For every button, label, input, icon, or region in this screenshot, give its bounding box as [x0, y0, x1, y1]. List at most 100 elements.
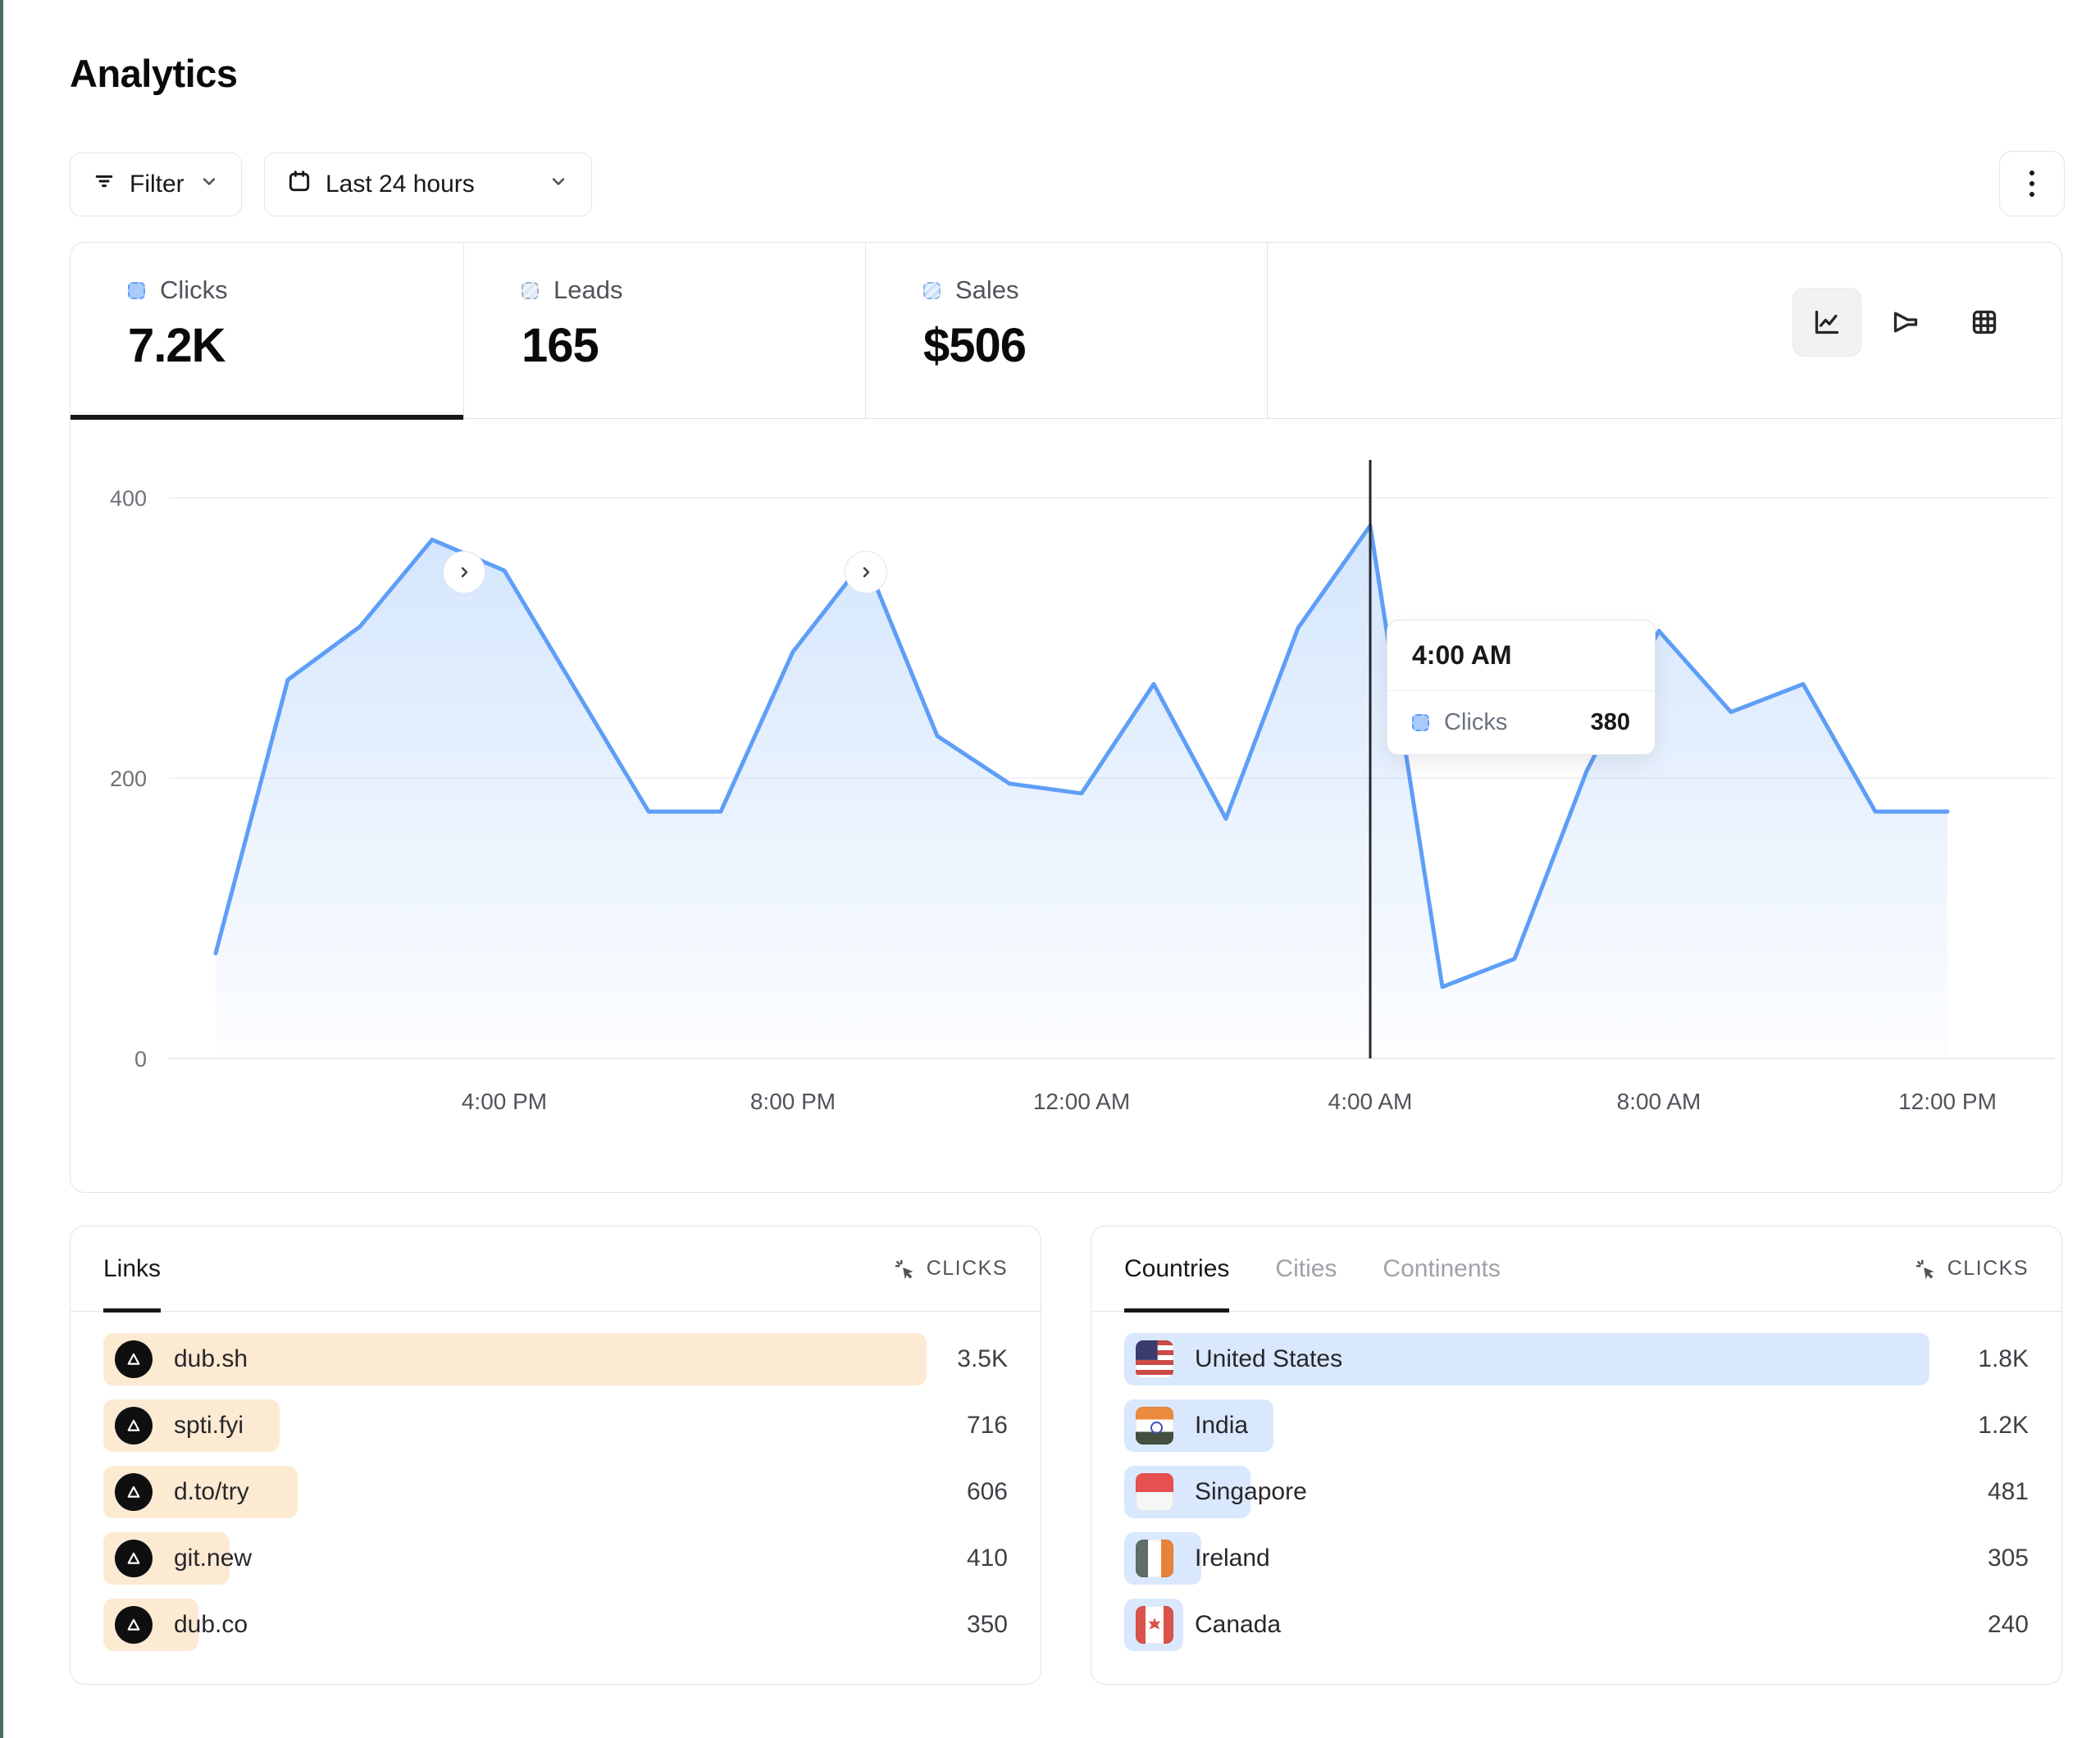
row-clicks-value: 350 [967, 1611, 1008, 1639]
left-accent-strip [0, 0, 3, 1738]
clicks-value: 7.2K [128, 318, 463, 373]
page-title: Analytics [70, 51, 237, 96]
tab-clicks[interactable]: Clicks 7.2K [71, 243, 464, 418]
dub-logo-icon [115, 1473, 153, 1511]
chevron-right-icon [856, 562, 876, 582]
tab-continents[interactable]: Continents [1383, 1226, 1500, 1311]
expand-clicks-chevron-button[interactable] [443, 551, 485, 594]
ca-flag-icon [1136, 1606, 1173, 1644]
row-clicks-value: 410 [967, 1545, 1008, 1572]
filter-icon [92, 169, 116, 200]
x-axis-tick: 4:00 PM [462, 1089, 547, 1114]
row-clicks-value: 1.2K [1978, 1412, 2029, 1440]
links-panel-header: Links CLICKS [71, 1226, 1041, 1312]
list-item[interactable]: Ireland 305 [1124, 1532, 2029, 1585]
sg-flag-icon [1136, 1473, 1173, 1511]
more-options-button[interactable] [1999, 151, 2065, 216]
row-content: spti.fyi [103, 1407, 244, 1445]
dub-logo-icon [115, 1606, 153, 1644]
list-item[interactable]: United States 1.8K [1124, 1333, 2029, 1385]
row-clicks-value: 606 [967, 1478, 1008, 1506]
list-item[interactable]: dub.co 350 [103, 1599, 1008, 1651]
row-clicks-value: 240 [1988, 1611, 2029, 1639]
row-label: Canada [1195, 1611, 1281, 1639]
sales-value: $506 [923, 318, 1267, 373]
row-clicks-value: 305 [1988, 1545, 2029, 1572]
table-view-button[interactable] [1950, 288, 2019, 357]
row-content: United States [1124, 1340, 1342, 1378]
y-axis-tick: 400 [110, 486, 147, 511]
row-label: dub.co [174, 1611, 248, 1639]
row-content: Ireland [1124, 1540, 1270, 1577]
countries-metric-header[interactable]: CLICKS [1913, 1257, 2029, 1281]
date-range-button[interactable]: Last 24 hours [264, 152, 592, 216]
line-chart-view-button[interactable] [1793, 288, 1861, 357]
tab-cities[interactable]: Cities [1275, 1226, 1337, 1311]
filter-button-label: Filter [130, 171, 184, 198]
row-content: git.new [103, 1540, 252, 1577]
chevron-down-icon [198, 170, 221, 199]
countries-list: United States 1.8K India 1.2K Singapore 481 Ir… [1091, 1312, 2061, 1651]
row-label: Singapore [1195, 1478, 1307, 1506]
clicks-legend-icon [128, 282, 145, 299]
list-item[interactable]: Canada 240 [1124, 1599, 2029, 1651]
tooltip-time: 4:00 AM [1387, 621, 1655, 691]
clicks-area-chart[interactable]: 02004004:00 PM8:00 PM12:00 AM4:00 AM8:00… [71, 419, 2061, 1192]
row-clicks-value: 481 [1988, 1478, 2029, 1506]
tab-leads[interactable]: Leads 165 [464, 243, 866, 418]
tab-links[interactable]: Links [103, 1226, 161, 1311]
expand-leads-chevron-button[interactable] [845, 551, 887, 594]
row-label: git.new [174, 1545, 252, 1572]
filter-button[interactable]: Filter [70, 152, 242, 216]
x-axis-tick: 12:00 PM [1898, 1089, 1997, 1114]
in-flag-icon [1136, 1407, 1173, 1445]
dub-logo-icon [115, 1407, 153, 1445]
cursor-click-icon [1913, 1257, 1938, 1281]
clicks-tab-label: Clicks [160, 275, 228, 305]
clicks-time-series-chart[interactable]: 02004004:00 PM8:00 PM12:00 AM4:00 AM8:00… [71, 419, 2061, 1192]
list-item[interactable]: spti.fyi 716 [103, 1399, 1008, 1452]
row-clicks-value: 1.8K [1978, 1345, 2029, 1373]
analytics-chart-card: Clicks 7.2K Leads 165 Sales $506 [70, 242, 2062, 1193]
list-item[interactable]: Singapore 481 [1124, 1466, 2029, 1518]
leads-value: 165 [522, 318, 865, 373]
leads-legend-icon [522, 282, 539, 299]
line-chart-icon [1811, 306, 1843, 339]
funnel-view-button[interactable] [1871, 288, 1940, 357]
row-label: d.to/try [174, 1478, 249, 1506]
dub-logo-icon [115, 1540, 153, 1577]
row-label: United States [1195, 1345, 1342, 1373]
list-item[interactable]: d.to/try 606 [103, 1466, 1008, 1518]
analytics-page: Analytics Filter Last 24 hours [0, 0, 2100, 1738]
chevron-right-icon [454, 562, 474, 582]
date-range-label: Last 24 hours [326, 171, 475, 198]
row-content: India [1124, 1407, 1248, 1445]
stats-tab-row: Clicks 7.2K Leads 165 Sales $506 [71, 243, 2061, 419]
tooltip-series-label: Clicks [1444, 709, 1507, 736]
links-metric-header[interactable]: CLICKS [892, 1257, 1008, 1281]
row-content: dub.sh [103, 1340, 248, 1378]
tooltip-clicks-legend-icon [1412, 714, 1429, 731]
countries-panel-header: Countries Cities Continents CLICKS [1091, 1226, 2061, 1312]
row-content: d.to/try [103, 1473, 249, 1511]
list-item[interactable]: India 1.2K [1124, 1399, 2029, 1452]
countries-metric-label: CLICKS [1947, 1257, 2029, 1281]
tab-countries[interactable]: Countries [1124, 1226, 1229, 1311]
row-label: India [1195, 1412, 1248, 1440]
countries-panel: Countries Cities Continents CLICKS Unite… [1091, 1226, 2062, 1685]
us-flag-icon [1136, 1340, 1173, 1378]
list-item[interactable]: git.new 410 [103, 1532, 1008, 1585]
x-axis-tick: 8:00 AM [1617, 1089, 1701, 1114]
sales-tab-label: Sales [955, 275, 1019, 305]
links-panel: Links CLICKS dub.sh3.5K spti.fyi 716 d.to/t… [70, 1226, 1041, 1685]
cursor-click-icon [892, 1257, 917, 1281]
y-axis-tick: 0 [134, 1047, 147, 1071]
links-metric-label: CLICKS [927, 1257, 1008, 1281]
row-label: spti.fyi [174, 1412, 244, 1440]
row-content: dub.co [103, 1606, 248, 1644]
row-clicks-value: 716 [967, 1412, 1008, 1440]
list-item[interactable]: dub.sh3.5K [103, 1333, 1008, 1385]
tab-sales[interactable]: Sales $506 [866, 243, 1268, 418]
row-label: dub.sh [174, 1345, 248, 1373]
row-content: Canada [1124, 1606, 1281, 1644]
